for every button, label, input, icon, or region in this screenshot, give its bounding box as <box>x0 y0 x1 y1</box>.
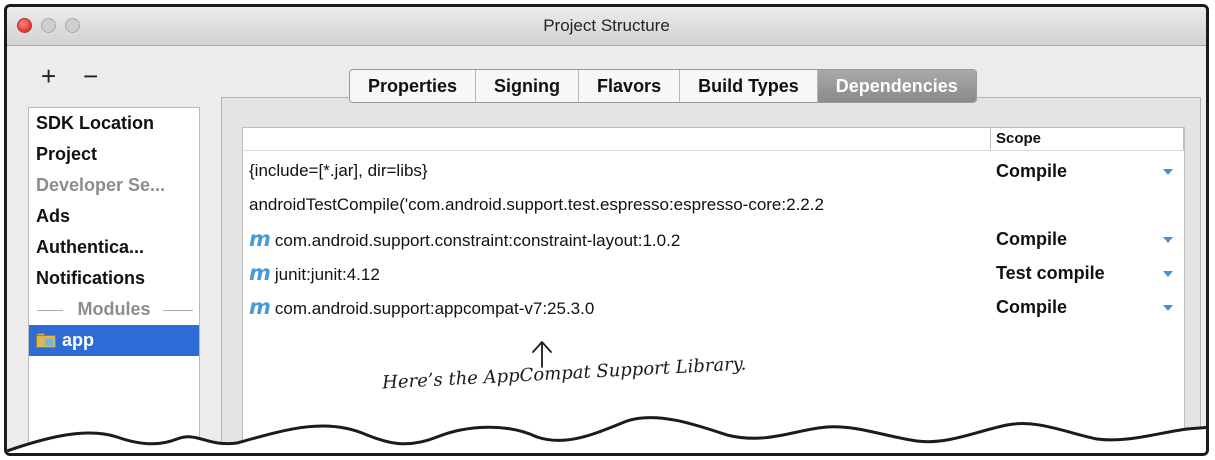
scope-column-header[interactable]: Scope <box>996 128 1041 150</box>
add-button[interactable]: + <box>41 63 56 89</box>
remove-button[interactable]: − <box>83 63 98 89</box>
column-divider <box>990 128 991 150</box>
sidebar-item-authentication[interactable]: Authentica... <box>29 232 199 263</box>
dependency-cell: m com.android.support.constraint:constrai… <box>249 227 681 251</box>
table-row[interactable]: m com.android.support:appcompat-v7:25.3.0… <box>243 290 1184 324</box>
scope-cell[interactable]: Compile <box>996 290 1067 324</box>
maven-library-icon: m <box>249 261 271 285</box>
modules-header: Modules <box>29 294 199 325</box>
modules-header-label: Modules <box>77 299 151 319</box>
dependency-cell: androidTestCompile('com.android.support.… <box>249 195 824 214</box>
scope-cell[interactable]: Test compile <box>996 256 1105 290</box>
sidebar-item-app[interactable]: app <box>29 325 199 356</box>
maven-library-icon: m <box>249 295 271 319</box>
project-structure-window: Project Structure + − SDK Location Proje… <box>4 4 1209 456</box>
header-divider <box>243 150 1184 151</box>
chevron-down-icon[interactable] <box>1163 169 1173 175</box>
module-folder-icon <box>36 333 56 348</box>
table-row[interactable]: m com.android.support.constraint:constrai… <box>243 222 1184 256</box>
divider <box>163 310 193 311</box>
table-row[interactable]: {include=[*.jar], dir=libs} Compile <box>243 154 1184 188</box>
chevron-down-icon[interactable] <box>1163 237 1173 243</box>
dependency-cell: m com.android.support:appcompat-v7:25.3.0 <box>249 295 595 319</box>
tab-signing[interactable]: Signing <box>476 70 580 102</box>
maven-library-icon: m <box>249 227 271 251</box>
tab-flavors[interactable]: Flavors <box>579 70 681 102</box>
scope-cell[interactable]: Compile <box>996 154 1067 188</box>
column-divider <box>1183 128 1184 150</box>
table-row[interactable]: androidTestCompile('com.android.support.… <box>243 188 1184 222</box>
divider <box>37 310 63 311</box>
dependency-cell: {include=[*.jar], dir=libs} <box>249 161 428 180</box>
chevron-down-icon[interactable] <box>1163 271 1173 277</box>
sidebar-item-app-label: app <box>62 330 95 350</box>
tab-dependencies[interactable]: Dependencies <box>817 70 976 102</box>
window-title: Project Structure <box>543 16 670 35</box>
tab-bar: Properties Signing Flavors Build Types D… <box>349 69 977 103</box>
chevron-down-icon[interactable] <box>1163 305 1173 311</box>
sidebar-section-developer-services[interactable]: Developer Se... <box>29 170 199 201</box>
scope-cell[interactable]: Compile <box>996 222 1067 256</box>
sidebar-item-sdk-location[interactable]: SDK Location <box>29 108 199 139</box>
tab-build-types[interactable]: Build Types <box>680 70 818 102</box>
sidebar: SDK Location Project Developer Se... Ads… <box>28 107 200 453</box>
sidebar-item-notifications[interactable]: Notifications <box>29 263 199 294</box>
sidebar-item-project[interactable]: Project <box>29 139 199 170</box>
title-bar: Project Structure <box>7 7 1206 46</box>
dependency-cell: m junit:junit:4.12 <box>249 261 380 285</box>
sidebar-item-ads[interactable]: Ads <box>29 201 199 232</box>
tab-properties[interactable]: Properties <box>350 70 477 102</box>
torn-edge <box>7 416 1206 453</box>
table-row[interactable]: m junit:junit:4.12 Test compile <box>243 256 1184 290</box>
